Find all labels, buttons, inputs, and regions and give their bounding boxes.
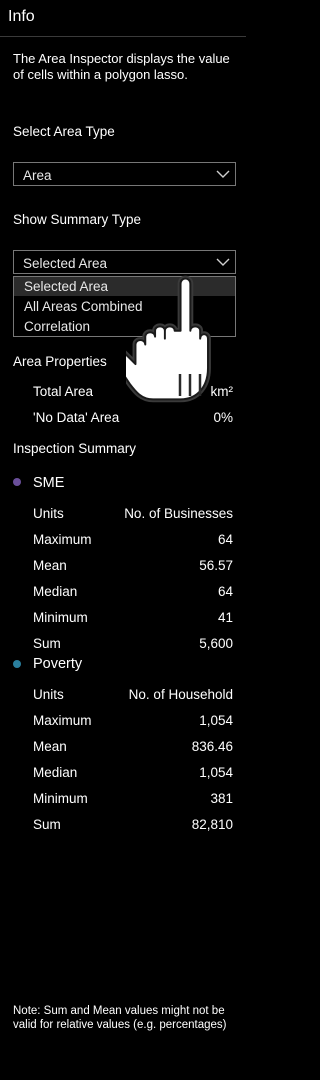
- sme-sum-label: Sum: [33, 636, 61, 651]
- summary-type-label: Show Summary Type: [13, 212, 142, 227]
- poverty-series-dot: [13, 660, 21, 668]
- area-properties-heading: Area Properties: [13, 354, 107, 369]
- poverty-median-value: 1,054: [199, 765, 233, 780]
- chevron-down-icon: [216, 170, 230, 178]
- sme-maximum-label: Maximum: [33, 532, 92, 547]
- poverty-units-value: No. of Household: [128, 687, 233, 702]
- footer-note: Note: Sum and Mean values might not be v…: [13, 1005, 227, 1031]
- area-type-selected-value: Area: [23, 168, 52, 183]
- panel-title: Info: [8, 8, 35, 25]
- poverty-minimum-label: Minimum: [33, 791, 88, 806]
- poverty-mean-label: Mean: [33, 739, 67, 754]
- sme-minimum-value: 41: [217, 610, 233, 625]
- poverty-median-label: Median: [33, 765, 78, 780]
- sme-median-label: Median: [33, 584, 78, 599]
- sme-mean-label: Mean: [33, 558, 67, 573]
- poverty-minimum-value: 381: [210, 791, 233, 806]
- sme-minimum-label: Minimum: [33, 610, 88, 625]
- sme-series-name: SME: [33, 475, 65, 491]
- total-area-label: Total Area: [33, 384, 94, 399]
- hand-pointer-icon: [126, 275, 211, 403]
- sme-sum-value: 5,600: [199, 636, 233, 651]
- poverty-maximum-value: 1,054: [199, 713, 233, 728]
- poverty-sum-label: Sum: [33, 817, 61, 832]
- area-type-select[interactable]: Area: [13, 162, 236, 186]
- poverty-maximum-label: Maximum: [33, 713, 92, 728]
- summary-type-selected-value: Selected Area: [23, 256, 108, 271]
- area-type-label: Select Area Type: [13, 124, 115, 139]
- poverty-units-label: Units: [33, 687, 64, 702]
- sme-units-label: Units: [33, 506, 64, 521]
- poverty-sum-value: 82,810: [191, 817, 233, 832]
- sme-mean-value: 56.57: [199, 558, 233, 573]
- chevron-down-icon: [216, 258, 230, 266]
- sme-units-value: No. of Businesses: [124, 506, 233, 521]
- sme-maximum-value: 64: [217, 532, 233, 547]
- poverty-mean-value: 836.46: [191, 739, 233, 754]
- inspection-summary-heading: Inspection Summary: [13, 441, 137, 456]
- sme-series-dot: [13, 478, 21, 486]
- sme-median-value: 64: [217, 584, 233, 599]
- title-divider: [0, 36, 246, 37]
- panel-description: The Area Inspector displays the value of…: [13, 51, 230, 82]
- no-data-area-label: 'No Data' Area: [33, 410, 120, 425]
- poverty-series-name: Poverty: [33, 656, 83, 672]
- no-data-area-value: 0%: [213, 410, 233, 425]
